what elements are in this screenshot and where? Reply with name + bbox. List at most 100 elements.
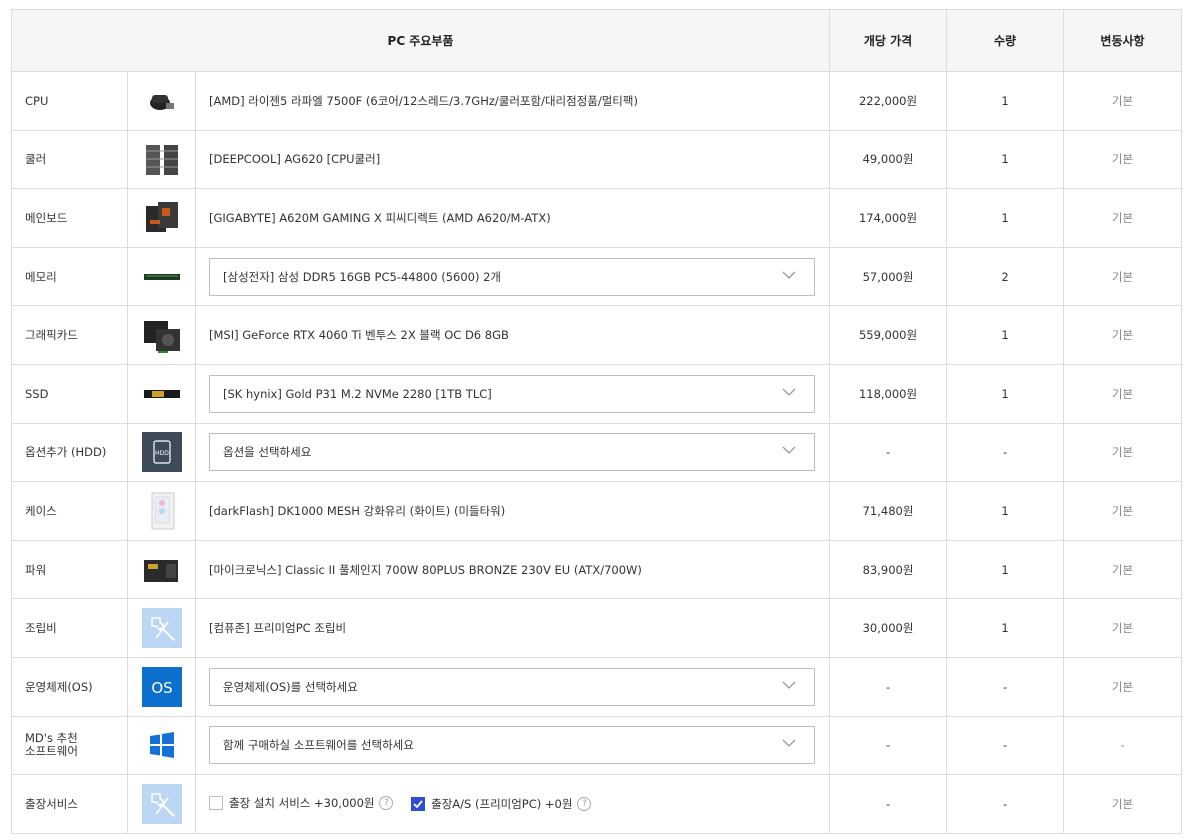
row-description[interactable]: [MSI] GeForce RTX 4060 Ti 벤투스 2X 블랙 OC D… (194, 305, 831, 365)
table-row: 파워 [마이크로닉스] Classic II 풀체인지 700W 80PLUS … (11, 539, 1183, 600)
row-category: 운영체제(OS) (11, 656, 128, 717)
cooler-icon (145, 145, 178, 176)
onsite-install-checkbox[interactable] (209, 795, 223, 810)
software-select[interactable]: 함께 구매하실 소프트웨어를 선택하세요 (209, 726, 816, 765)
ssd-select[interactable]: [SK hynix] Gold P31 M.2 NVMe 2280 [1TB T… (209, 374, 816, 413)
row-description[interactable]: [darkFlash] DK1000 MESH 강화유리 (화이트) (미들타워… (194, 481, 831, 541)
os-select-placeholder: 운영체제(OS)를 선택하세요 (223, 679, 358, 694)
header-change: 변동사항 (1063, 9, 1183, 72)
row-qty: 2 (946, 246, 1065, 307)
row-qty: 1 (946, 481, 1065, 541)
windows-icon (149, 732, 174, 759)
chevron-down-icon (782, 388, 796, 396)
row-price: 83,900원 (829, 539, 948, 600)
table-row: 쿨러 [DEEPCOOL] AG620 [CPU쿨러] 49,000원 1 기본 (11, 129, 1183, 190)
row-change: 기본 (1063, 481, 1183, 541)
row-qty: 1 (946, 539, 1065, 600)
chevron-down-icon (782, 271, 796, 279)
chevron-down-icon (782, 446, 796, 455)
hdd-icon: HDD (141, 432, 182, 473)
row-qty: 1 (946, 305, 1065, 365)
table-row: 옵션추가 (HDD) HDD 옵션을 선택하세요 - - 기본 (11, 422, 1183, 483)
row-change: 기본 (1063, 305, 1183, 365)
row-price: 30,000원 (829, 598, 948, 658)
row-category: 옵션추가 (HDD) (11, 422, 128, 483)
motherboard-icon (145, 201, 178, 232)
check-icon (413, 800, 423, 809)
header-parts: PC 주요부품 (10, 9, 831, 72)
row-change: 기본 (1063, 71, 1183, 131)
header-qty: 수량 (946, 9, 1065, 72)
table-row: 출장서비스 출장 설치 서비스 +30,000원 ? 출장A/S (프리미엄PC… (11, 774, 1183, 834)
ssd-icon (143, 389, 180, 398)
row-qty: 1 (946, 188, 1065, 248)
cpu-icon (149, 94, 174, 110)
row-change: 기본 (1063, 656, 1183, 717)
row-change: 기본 (1063, 539, 1183, 600)
row-description[interactable]: [컴퓨존] 프리미엄PC 조립비 (194, 598, 831, 658)
table-row: 케이스 [darkFlash] DK1000 MESH 강화유리 (화이트) (… (11, 481, 1183, 541)
gpu-icon (143, 321, 180, 354)
row-qty: - (946, 656, 1065, 717)
help-icon[interactable]: ? (577, 796, 592, 811)
row-price: - (829, 715, 948, 776)
row-change: 기본 (1063, 598, 1183, 658)
chevron-down-icon (782, 681, 796, 689)
row-change: - (1063, 715, 1183, 776)
row-description[interactable]: [AMD] 라이젠5 라파엘 7500F (6코어/12스레드/3.7GHz/쿨… (194, 71, 831, 131)
os-select[interactable]: 운영체제(OS)를 선택하세요 (209, 667, 816, 706)
row-description[interactable]: [GIGABYTE] A620M GAMING X 피씨디렉트 (AMD A62… (194, 188, 831, 248)
row-price: 174,000원 (829, 188, 948, 248)
onsite-as-label: 출장A/S (프리미엄PC) +0원 (431, 796, 573, 811)
assembly-tools-icon (141, 608, 182, 649)
table-row: CPU [AMD] 라이젠5 라파엘 7500F (6코어/12스레드/3.7G… (11, 71, 1183, 131)
memory-icon (143, 273, 180, 280)
row-category: CPU (11, 71, 128, 131)
row-category: 메인보드 (11, 188, 128, 248)
row-category: 쿨러 (11, 129, 128, 190)
row-change: 기본 (1063, 363, 1183, 424)
row-qty: - (946, 774, 1065, 834)
onsite-as-option[interactable]: 출장A/S (프리미엄PC) +0원 ? (411, 796, 592, 812)
row-qty: - (946, 422, 1065, 483)
row-category: 조립비 (11, 598, 128, 658)
hdd-option-select[interactable]: 옵션을 선택하세요 (209, 433, 816, 472)
table-row: 조립비 [컴퓨존] 프리미엄PC 조립비 30,000원 1 기본 (11, 598, 1183, 658)
row-price: 118,000원 (829, 363, 948, 424)
row-qty: 1 (946, 363, 1065, 424)
row-description[interactable]: [DEEPCOOL] AG620 [CPU쿨러] (194, 129, 831, 190)
onsite-as-checkbox[interactable] (411, 796, 426, 811)
hdd-icon-text: HDD (155, 450, 169, 457)
hdd-select-placeholder: 옵션을 선택하세요 (223, 445, 312, 460)
table-row: 그래픽카드 [MSI] GeForce RTX 4060 Ti 벤투스 2X 블… (11, 305, 1183, 365)
row-change: 기본 (1063, 188, 1183, 248)
row-description[interactable]: [마이크로닉스] Classic II 풀체인지 700W 80PLUS BRO… (194, 539, 831, 600)
row-price: 49,000원 (829, 129, 948, 190)
os-icon: OS (141, 666, 182, 707)
table-row: 메모리 [삼성전자] 삼성 DDR5 16GB PC5-44800 (5600)… (11, 246, 1183, 307)
software-select-placeholder: 함께 구매하실 소프트웨어를 선택하세요 (223, 738, 414, 753)
row-category: 출장서비스 (11, 774, 128, 834)
onsite-install-option[interactable]: 출장 설치 서비스 +30,000원 ? (209, 795, 394, 811)
chevron-down-icon (782, 739, 796, 748)
table-row: 메인보드 [GIGABYTE] A620M GAMING X 피씨디렉트 (AM… (11, 188, 1183, 248)
table-header-row: PC 주요부품 개당 가격 수량 변동사항 (10, 9, 1183, 72)
psu-icon (143, 559, 178, 582)
row-category: 그래픽카드 (11, 305, 128, 365)
pc-parts-table: PC 주요부품 개당 가격 수량 변동사항 CPU [AMD] 라이젠5 라파엘… (10, 9, 1183, 834)
header-price: 개당 가격 (829, 9, 948, 72)
row-category: SSD (11, 363, 128, 424)
row-change: 기본 (1063, 422, 1183, 483)
row-change: 기본 (1063, 246, 1183, 307)
memory-select-value: [삼성전자] 삼성 DDR5 16GB PC5-44800 (5600) 2개 (223, 269, 501, 284)
help-icon[interactable]: ? (379, 795, 394, 810)
table-row: 운영체제(OS) OS 운영체제(OS)를 선택하세요 - - 기본 (11, 656, 1183, 717)
row-category: 파워 (11, 539, 128, 600)
row-price: 222,000원 (829, 71, 948, 131)
row-price: 57,000원 (829, 246, 948, 307)
table-row: SSD [SK hynix] Gold P31 M.2 NVMe 2280 [1… (11, 363, 1183, 424)
row-qty: - (946, 715, 1065, 776)
onsite-install-label: 출장 설치 서비스 +30,000원 (229, 795, 375, 810)
memory-select[interactable]: [삼성전자] 삼성 DDR5 16GB PC5-44800 (5600) 2개 (209, 257, 816, 296)
service-tools-icon (141, 783, 182, 824)
